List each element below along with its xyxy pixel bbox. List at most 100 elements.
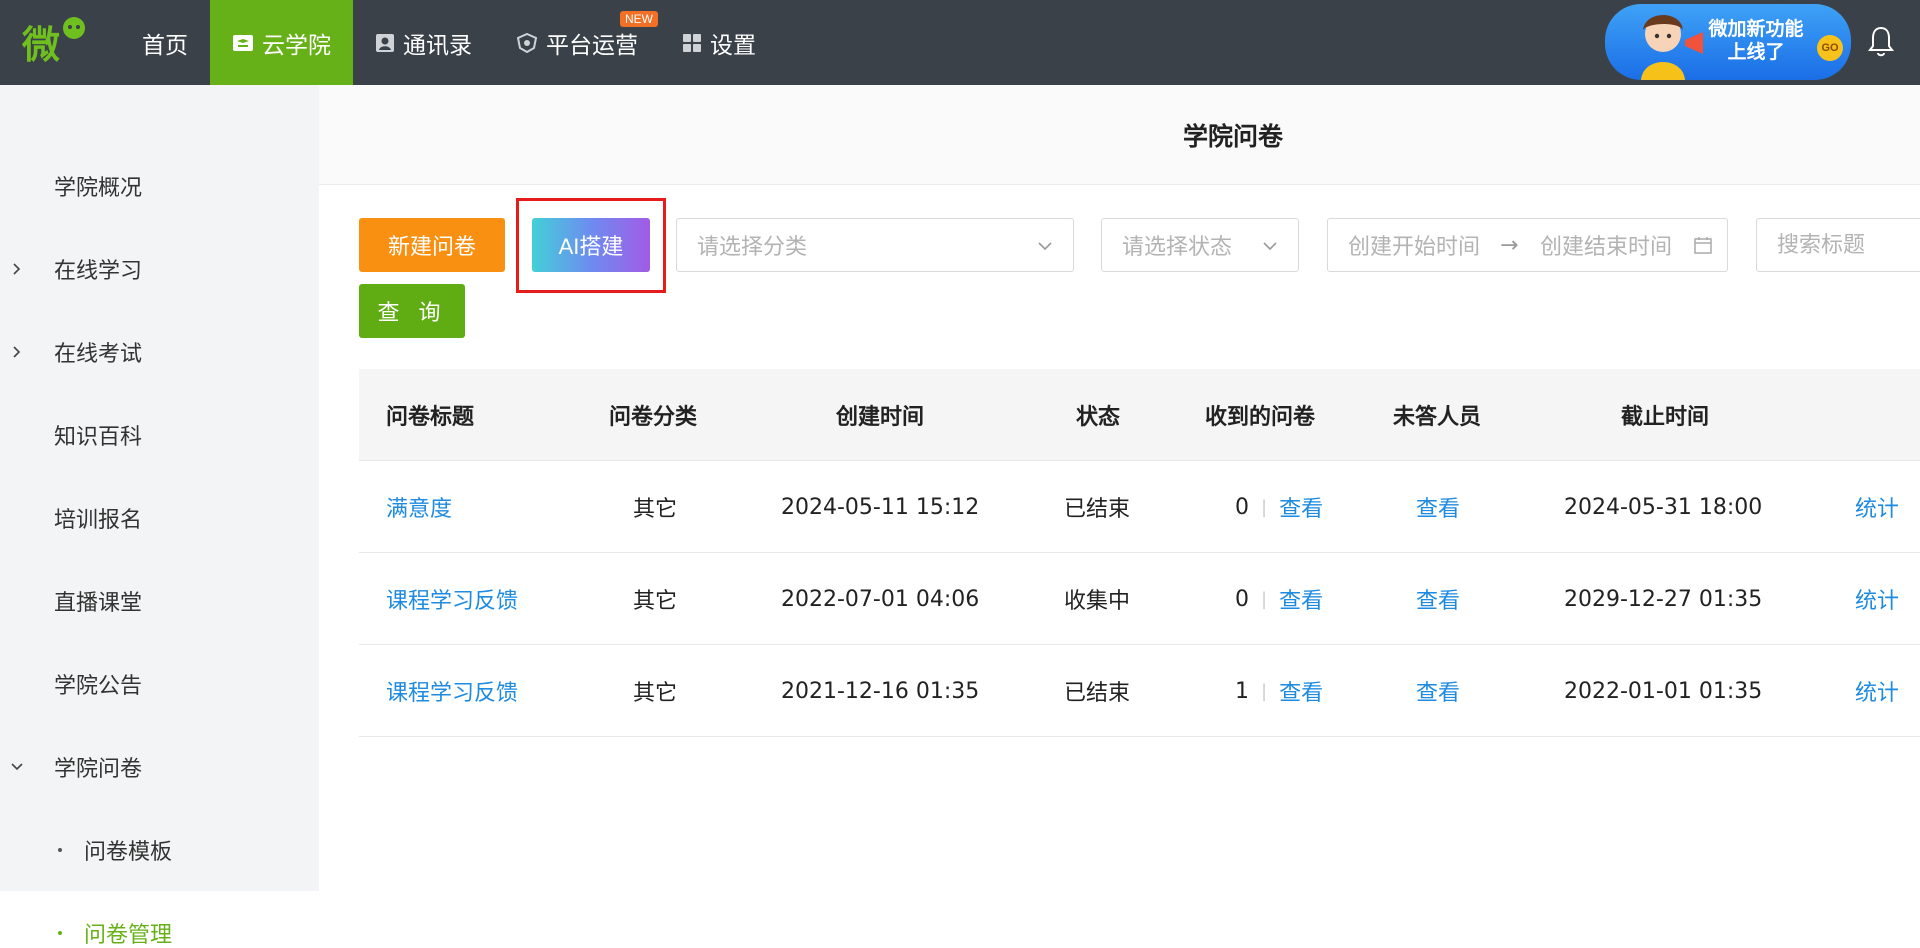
sidebar-item-online-exam[interactable]: 在线考试 — [0, 310, 319, 393]
sidebar: 学院概况 在线学习 在线考试 知识百科 培训报名 直播课堂 学院公告 学院问卷 … — [0, 85, 319, 948]
divider: | — [1261, 680, 1268, 702]
survey-title-link[interactable]: 课程学习反馈 — [386, 645, 518, 737]
query-button[interactable]: 查 询 — [359, 284, 465, 338]
sidebar-item-academy-survey[interactable]: 学院问卷 — [0, 725, 319, 808]
nav-home[interactable]: 首页 — [120, 0, 210, 85]
sidebar-item-online-learning[interactable]: 在线学习 — [0, 227, 319, 310]
column-header-deadline: 截止时间 — [1621, 405, 1710, 430]
sidebar-item-label: 培训报名 — [54, 507, 143, 533]
nav-platform-ops-label: 平台运营 — [546, 32, 638, 59]
main-nav: 首页 云学院 通讯录 平台运营 NEW 设置 — [120, 0, 778, 85]
statistics-link[interactable]: 统计 — [1855, 461, 1899, 553]
mascot-illustration — [1641, 15, 1703, 80]
statistics-link[interactable]: 统计 — [1855, 645, 1899, 737]
grid-icon — [682, 33, 702, 53]
date-start-placeholder[interactable]: 创建开始时间 — [1348, 229, 1480, 261]
table-row: 满意度 其它 2024-05-11 15:12 已结束 0 | 查看 查看 20… — [359, 461, 1920, 553]
nav-home-label: 首页 — [142, 32, 188, 59]
status-select[interactable]: 请选择状态 — [1101, 218, 1299, 272]
statistics-link[interactable]: 统计 — [1855, 553, 1899, 645]
sidebar-item-academy-notice[interactable]: 学院公告 — [0, 642, 319, 725]
sidebar-item-live-classroom[interactable]: 直播课堂 — [0, 559, 319, 642]
sidebar-item-label: 学院公告 — [54, 673, 143, 699]
promo-go-badge[interactable]: GO — [1817, 35, 1843, 61]
survey-deadline: 2022-01-01 01:35 — [1564, 678, 1763, 704]
chevron-right-icon — [13, 345, 21, 358]
category-select-placeholder: 请选择分类 — [697, 235, 808, 260]
column-header-status: 状态 — [1076, 405, 1121, 430]
sidebar-item-label: 知识百科 — [54, 424, 143, 450]
nav-settings-label: 设置 — [710, 32, 756, 59]
view-unanswered-link[interactable]: 查看 — [1416, 553, 1460, 645]
new-badge: NEW — [620, 11, 658, 27]
nav-settings[interactable]: 设置 — [660, 0, 778, 85]
survey-deadline: 2029-12-27 01:35 — [1564, 586, 1763, 612]
divider: | — [1261, 588, 1268, 610]
sidebar-subitem-survey-templates[interactable]: 问卷模板 — [0, 808, 319, 891]
survey-title-link[interactable]: 课程学习反馈 — [386, 553, 518, 645]
promo-text: 微加新功能 上线了 — [1701, 18, 1811, 64]
survey-created-time: 2024-05-11 15:12 — [781, 494, 980, 520]
sidebar-item-label: 在线学习 — [54, 258, 143, 284]
date-end-placeholder[interactable]: 创建结束时间 — [1540, 229, 1672, 261]
survey-deadline: 2024-05-31 18:00 — [1564, 494, 1763, 520]
nav-cloud-academy[interactable]: 云学院 — [210, 0, 353, 85]
sidebar-item-label: 学院问卷 — [54, 756, 143, 782]
category-select[interactable]: 请选择分类 — [676, 218, 1074, 272]
divider: | — [1261, 496, 1268, 518]
top-navigation-bar: 微 首页 云学院 通讯录 平台运营 NEW 设置 微加新功能 上线了 GO — [0, 0, 1920, 85]
page-title: 学院问卷 — [1183, 121, 1284, 151]
sidebar-item-label: 直播课堂 — [54, 590, 143, 616]
nav-contacts[interactable]: 通讯录 — [353, 0, 494, 85]
page-header: 学院问卷 — [319, 85, 1920, 185]
survey-created-time: 2022-07-01 04:06 — [781, 586, 980, 612]
survey-status: 已结束 — [1064, 681, 1131, 706]
bullet-dot — [58, 847, 62, 852]
survey-status: 已结束 — [1064, 497, 1131, 522]
survey-category: 其它 — [633, 681, 678, 706]
new-survey-button[interactable]: 新建问卷 — [359, 218, 505, 272]
received-count: 0 — [1235, 586, 1249, 612]
survey-category: 其它 — [633, 497, 678, 522]
sidebar-item-label: 学院概况 — [54, 175, 143, 201]
view-received-link[interactable]: 查看 — [1279, 491, 1323, 523]
view-unanswered-link[interactable]: 查看 — [1416, 461, 1460, 553]
survey-created-time: 2021-12-16 01:35 — [781, 678, 980, 704]
bell-icon[interactable] — [1866, 24, 1896, 58]
survey-received-cell: 0 | 查看 — [1235, 461, 1323, 553]
view-unanswered-link[interactable]: 查看 — [1416, 645, 1460, 737]
classroom-icon — [232, 33, 254, 53]
chevron-down-icon — [11, 762, 23, 770]
new-feature-promo-banner[interactable]: 微加新功能 上线了 GO — [1605, 4, 1851, 80]
survey-title-link[interactable]: 满意度 — [386, 461, 452, 553]
survey-received-cell: 1 | 查看 — [1235, 645, 1323, 737]
table-header: 问卷标题 问卷分类 创建时间 状态 收到的问卷 未答人员 截止时间 — [359, 369, 1920, 461]
survey-status: 收集中 — [1064, 589, 1131, 614]
received-count: 0 — [1235, 494, 1249, 520]
bullet-dot — [58, 930, 62, 935]
sidebar-subitem-label: 问卷管理 — [84, 922, 173, 948]
nav-cloud-academy-label: 云学院 — [262, 32, 331, 59]
column-header-received: 收到的问卷 — [1205, 405, 1316, 430]
sidebar-item-training-signup[interactable]: 培训报名 — [0, 476, 319, 559]
column-header-unanswered: 未答人员 — [1393, 405, 1482, 430]
sidebar-subitem-survey-management[interactable]: 问卷管理 — [0, 891, 319, 948]
sidebar-item-knowledge-base[interactable]: 知识百科 — [0, 393, 319, 476]
ai-build-button[interactable]: AI搭建 — [532, 218, 650, 272]
app-logo[interactable]: 微 — [18, 14, 88, 70]
contact-icon — [375, 33, 395, 53]
calendar-icon — [1694, 237, 1712, 254]
sidebar-item-academy-overview[interactable]: 学院概况 — [0, 144, 319, 227]
created-date-range-picker[interactable]: 创建开始时间 → 创建结束时间 — [1327, 218, 1728, 272]
promo-line2: 上线了 — [1727, 41, 1785, 63]
status-select-placeholder: 请选择状态 — [1122, 235, 1233, 260]
chevron-down-icon — [1263, 242, 1277, 251]
date-range-arrow: → — [1500, 232, 1519, 258]
search-title-input[interactable] — [1756, 218, 1920, 272]
column-header-created: 创建时间 — [836, 405, 925, 430]
view-received-link[interactable]: 查看 — [1279, 675, 1323, 707]
sidebar-item-label: 在线考试 — [54, 341, 143, 367]
logo-text: 微 — [21, 23, 60, 67]
nav-platform-ops[interactable]: 平台运营 NEW — [494, 0, 660, 85]
view-received-link[interactable]: 查看 — [1279, 583, 1323, 615]
